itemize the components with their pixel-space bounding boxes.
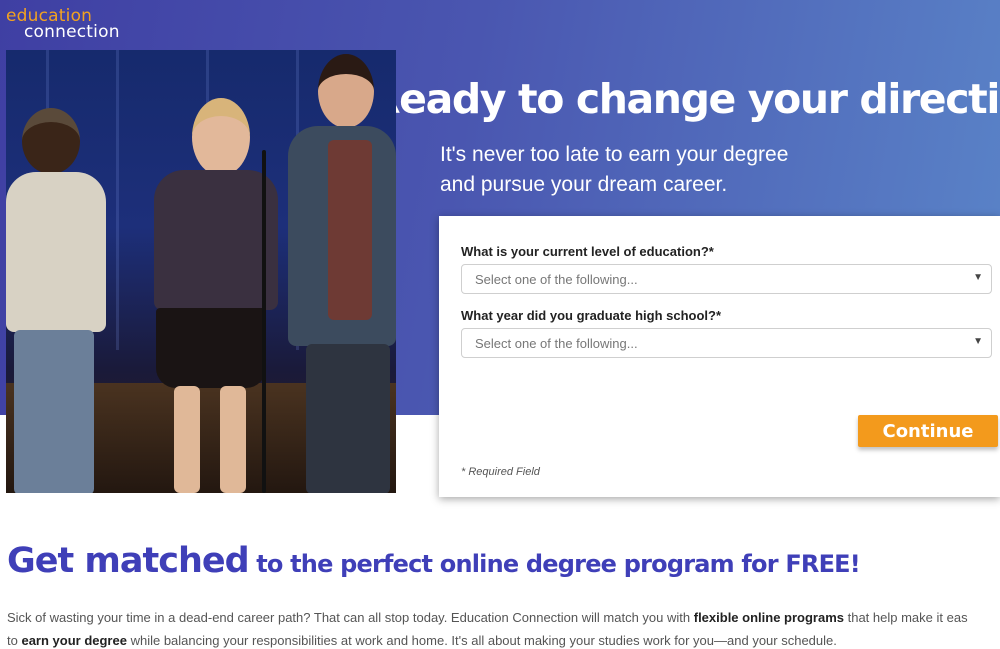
promo-line-2-text-b: while balancing your responsibilities at… [126, 633, 837, 648]
education-level-label: What is your current level of education?… [461, 244, 714, 259]
person-right-pants [306, 344, 390, 493]
person-left-shirt [6, 172, 106, 332]
hero-photo [6, 50, 396, 493]
promo-heading: Get matched to the perfect online degree… [7, 541, 861, 581]
site-logo[interactable]: education connection [6, 8, 120, 42]
education-level-placeholder: Select one of the following... [475, 272, 638, 287]
promo-line-2-bold: earn your degree [21, 633, 127, 648]
education-level-select[interactable]: Select one of the following... ▼ [461, 264, 992, 294]
person-center-head [192, 98, 250, 176]
promo-line-1-text-a: Sick of wasting your time in a dead-end … [7, 610, 694, 625]
dropdown-arrow-icon: ▼ [973, 272, 983, 283]
person-right-head [318, 54, 374, 128]
continue-button[interactable]: Continue [858, 415, 998, 447]
graduation-year-placeholder: Select one of the following... [475, 336, 638, 351]
person-right-shirt [328, 140, 372, 320]
person-left-head [22, 108, 80, 174]
person-center-skirt [156, 308, 266, 388]
mic-stand [262, 150, 266, 493]
required-field-note: * Required Field [461, 466, 540, 478]
promo-paragraph: Sick of wasting your time in a dead-end … [7, 606, 1000, 649]
hero-subline: It's never too late to earn your degree … [440, 140, 960, 200]
promo-heading-big: Get matched [7, 541, 250, 581]
curtain-fold [116, 50, 119, 350]
promo-line-1-text-b: that help make it eas [844, 610, 968, 625]
person-left-jeans [14, 330, 94, 493]
dropdown-arrow-icon: ▼ [973, 336, 983, 347]
promo-line-2: to earn your degree while balancing your… [7, 629, 1000, 649]
promo-line-2-text-a: to [7, 633, 22, 648]
person-center-top [154, 170, 278, 310]
promo-line-1: Sick of wasting your time in a dead-end … [7, 606, 1000, 629]
hero-subline-line-1: It's never too late to earn your degree [440, 143, 789, 166]
promo-heading-rest: to the perfect online degree program for… [248, 550, 861, 578]
hero-headline: Ready to change your direction? [369, 75, 1000, 123]
person-center-leg [174, 386, 200, 493]
graduation-year-select[interactable]: Select one of the following... ▼ [461, 328, 992, 358]
education-form: What is your current level of education?… [439, 216, 1000, 497]
person-center-leg [220, 386, 246, 493]
hero-subline-line-2: and pursue your dream career. [440, 173, 728, 196]
logo-word-connection: connection [24, 22, 120, 42]
graduation-year-label: What year did you graduate high school?* [461, 308, 722, 323]
promo-line-1-bold: flexible online programs [693, 610, 844, 625]
